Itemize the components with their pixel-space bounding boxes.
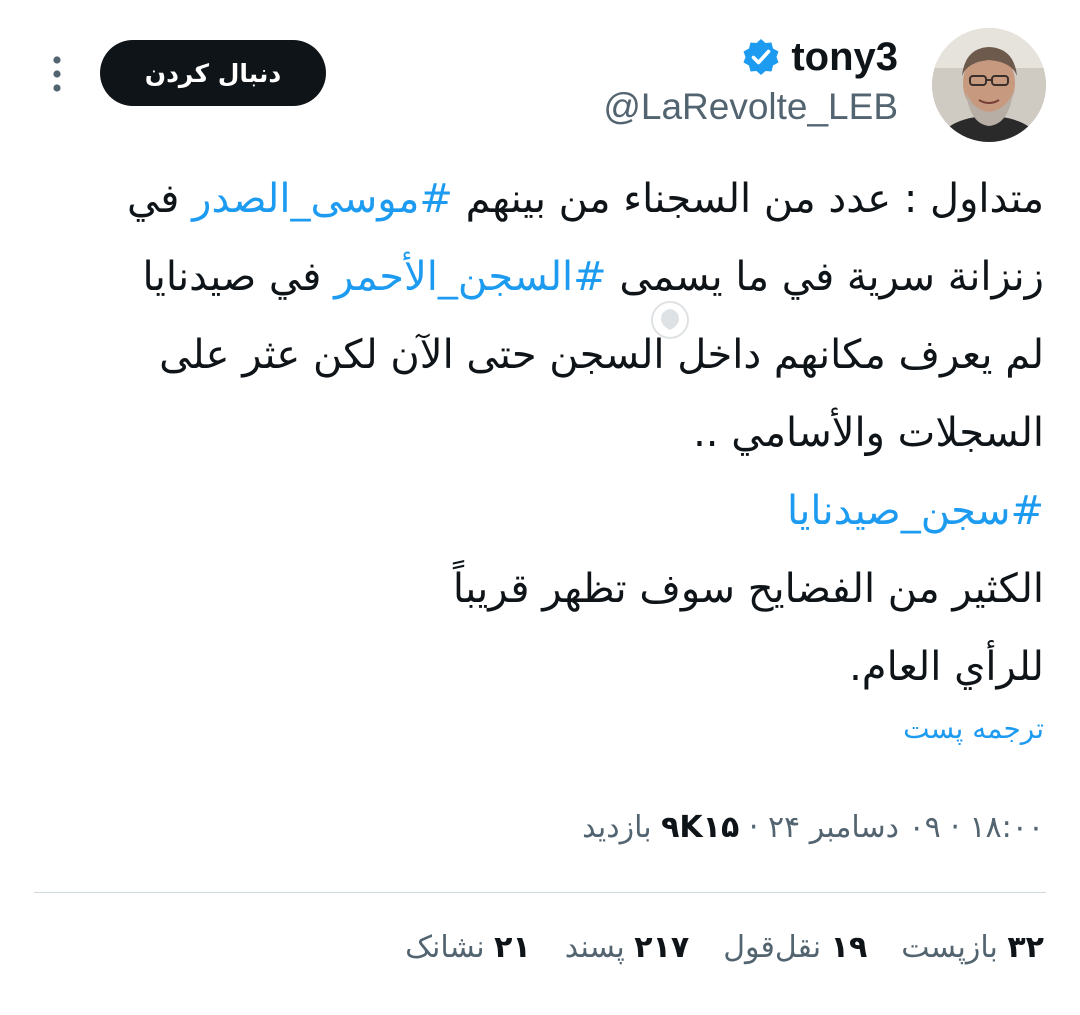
hashtag-link[interactable]: #موسى_الصدر <box>192 176 453 222</box>
tweet-header: tony3 @LaRevolte_LEB دنبال کردن <box>0 0 1080 150</box>
avatar[interactable] <box>932 28 1046 142</box>
bookmarks-label: نشانک <box>405 930 485 965</box>
views-count: ۹K۱۵ <box>661 810 740 845</box>
reposts-stat[interactable]: ۳۲ بازپست <box>901 930 1044 965</box>
tweet-text-segment: متداول : عدد من السجناء من بينهم <box>452 176 1044 222</box>
likes-label: پسند <box>564 930 625 965</box>
tweet-text-segment: في صيدنايا <box>142 254 335 300</box>
bookmarks-count: ۲۱ <box>494 930 531 965</box>
tweet-meta: ۱۸:۰۰ · ۰۹ دسامبر ۲۴ · ۹K۱۵ بازدید <box>582 810 1044 845</box>
divider <box>34 892 1046 893</box>
views-label: بازدید <box>582 810 652 845</box>
bookmarks-stat[interactable]: ۲۱ نشانک <box>405 930 531 965</box>
reposts-label: بازپست <box>901 930 998 965</box>
reposts-count: ۳۲ <box>1007 930 1044 965</box>
tweet-text-segment: زنزانة سرية في ما يسمى <box>606 254 1044 300</box>
author-name-row: tony3 <box>603 34 898 80</box>
likes-count: ۲۱۷ <box>634 930 690 965</box>
engagement-stats: ۳۲ بازپست ۱۹ نقل‌قول ۲۱۷ پسند ۲۱ نشانک <box>405 930 1044 965</box>
more-options-icon[interactable] <box>42 54 72 94</box>
tweet-time[interactable]: ۱۸:۰۰ <box>969 810 1044 845</box>
tweet-line: متداول : عدد من السجناء من بينهم #موسى_ا… <box>34 160 1044 238</box>
likes-stat[interactable]: ۲۱۷ پسند <box>565 930 689 965</box>
tweet-line: #سجن_صيدنايا <box>34 472 1044 550</box>
author-handle[interactable]: @LaRevolte_LEB <box>603 84 898 130</box>
tweet-line: زنزانة سرية في ما يسمى #السجن_الأحمر في … <box>34 238 1045 316</box>
quotes-label: نقل‌قول <box>723 930 822 965</box>
tweet-line: الكثير من الفضايح سوف تظهر قريباً <box>452 566 1044 612</box>
meta-separator: · <box>748 810 759 845</box>
translate-post-link[interactable]: ترجمه پست <box>903 712 1044 745</box>
hashtag-link[interactable]: #السجن_الأحمر <box>334 254 607 300</box>
hashtag-link[interactable]: #سجن_صيدنايا <box>787 488 1044 534</box>
follow-button[interactable]: دنبال کردن <box>100 40 326 106</box>
avatar-image <box>932 28 1046 142</box>
meta-separator: · <box>950 810 960 845</box>
author-info: tony3 @LaRevolte_LEB <box>603 34 898 130</box>
author-display-name[interactable]: tony3 <box>791 34 898 80</box>
verified-badge-icon <box>741 37 781 77</box>
quotes-count: ۱۹ <box>830 930 868 965</box>
tweet-date[interactable]: ۰۹ دسامبر ۲۴ <box>768 810 941 845</box>
quotes-stat[interactable]: ۱۹ نقل‌قول <box>723 930 867 965</box>
tweet-text-segment: في <box>126 176 193 222</box>
tweet-line: للرأي العام. <box>849 644 1044 690</box>
tweet-line: السجلات والأسامي .. <box>693 410 1044 456</box>
tweet-line: لم يعرف مكانهم داخل السجن حتى الآن لكن ع… <box>159 332 1044 378</box>
tweet-text: متداول : عدد من السجناء من بينهم #موسى_ا… <box>34 160 1044 706</box>
